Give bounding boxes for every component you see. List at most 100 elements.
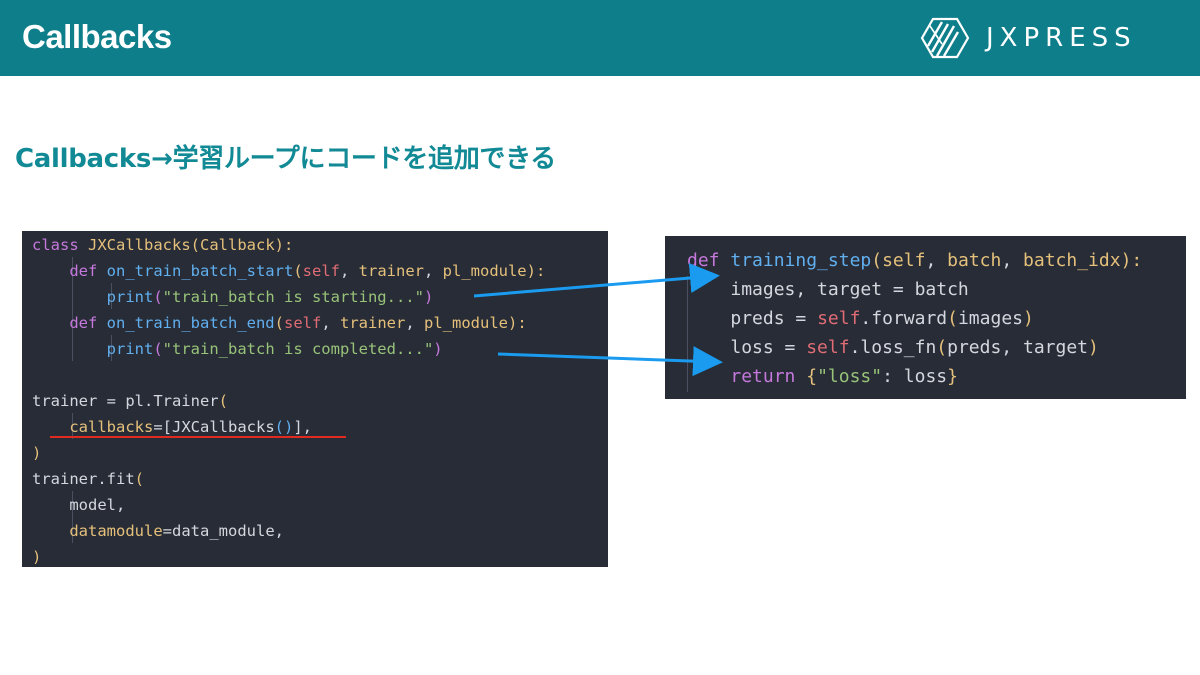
code-line: model, — [32, 492, 125, 518]
code-token: , — [925, 250, 948, 271]
code-token: data_module, — [172, 522, 284, 540]
code-token: preds, target — [947, 337, 1089, 358]
code-line: ) — [32, 544, 41, 570]
code-token: ( — [153, 340, 163, 358]
code-token: datamodule — [69, 522, 163, 540]
jxpress-logo-icon — [920, 17, 970, 59]
code-token: on_train_batch_start — [106, 262, 294, 280]
code-token: , — [339, 262, 359, 280]
code-token: . — [849, 337, 861, 358]
code-line: loss = self.loss_fn(preds, target) — [687, 333, 1099, 362]
code-token: trainer = pl.Trainer — [32, 392, 219, 410]
code-line: trainer.fit( — [32, 466, 144, 492]
code-token: ): — [274, 236, 294, 254]
code-token: "train_batch is completed..." — [162, 340, 434, 358]
code-token: ) — [1088, 337, 1099, 358]
code-token: = — [162, 522, 172, 540]
code-line: print("train_batch is starting...") — [32, 284, 434, 310]
code-token: pl_module — [442, 262, 527, 280]
code-token: ( — [293, 262, 303, 280]
brand-name: JXPRESS — [986, 23, 1137, 53]
code-token: ): — [508, 314, 527, 332]
code-line: def training_step(self, batch, batch_idx… — [687, 246, 1142, 275]
code-token: "train_batch is starting..." — [162, 288, 424, 306]
code-line: preds = self.forward(images) — [687, 304, 1034, 333]
callbacks-highlight-underline — [50, 436, 346, 438]
code-line: images, target = batch — [687, 275, 969, 304]
code-token: trainer — [358, 262, 424, 280]
slide-subtitle: Callbacks→学習ループにコードを追加できる — [15, 144, 556, 174]
code-line: def on_train_batch_end(self, trainer, pl… — [32, 310, 527, 336]
code-token: ) — [423, 288, 434, 306]
code-token: , — [1001, 250, 1024, 271]
code-token: self — [882, 250, 926, 271]
code-token: callbacks — [69, 418, 154, 436]
code-token: print — [106, 340, 154, 358]
code-token: return — [730, 366, 796, 387]
code-token: ( — [190, 236, 201, 254]
code-token: ( — [134, 470, 144, 488]
code-token: batch — [947, 250, 1002, 271]
code-token: def — [687, 250, 720, 271]
code-line: return {"loss": loss} — [687, 362, 958, 391]
code-token: JXCallbacks — [172, 418, 275, 436]
code-token: print — [106, 288, 154, 306]
code-token: trainer — [340, 314, 406, 332]
code-token: ( — [947, 308, 958, 329]
code-line: def on_train_batch_start(self, trainer, … — [32, 258, 545, 284]
code-token: , — [321, 314, 340, 332]
code-token: , — [423, 262, 443, 280]
code-token: JXCallbacks — [88, 236, 191, 254]
code-token: { — [795, 366, 818, 387]
code-token: pl_module — [424, 314, 508, 332]
code-token: batch_idx — [1023, 250, 1121, 271]
code-line: print("train_batch is completed...") — [32, 336, 443, 362]
code-token: images, target = batch — [730, 279, 969, 300]
code-token: trainer.fit — [32, 470, 135, 488]
code-token: forward — [871, 308, 948, 329]
code-token: ( — [218, 392, 228, 410]
code-token: ( — [274, 314, 284, 332]
code-token: ) — [1023, 308, 1034, 329]
code-token: loss_fn — [860, 337, 937, 358]
header-bar: Callbacks JXPRESS — [0, 0, 1200, 76]
code-token: : loss — [882, 366, 948, 387]
code-line: ) — [32, 440, 41, 466]
code-token: ): — [1120, 250, 1143, 271]
code-token: on_train_batch_end — [106, 314, 275, 332]
code-token: self — [817, 308, 861, 329]
code-token: training_step — [730, 250, 872, 271]
code-token: loss = — [730, 337, 807, 358]
code-token: ) — [433, 340, 443, 358]
code-token: ( — [936, 337, 948, 358]
code-token: self — [302, 262, 340, 280]
code-token: ) — [32, 444, 42, 462]
code-token: class — [32, 236, 79, 254]
brand: JXPRESS — [920, 14, 1137, 62]
code-block-training-step: def training_step(self, batch, batch_idx… — [665, 236, 1186, 399]
code-token: images — [957, 308, 1023, 329]
code-token: def — [69, 314, 98, 332]
code-token: ): — [526, 262, 546, 280]
code-line: trainer = pl.Trainer( — [32, 388, 228, 414]
code-token: "loss" — [817, 366, 883, 387]
code-token: =[ — [153, 418, 172, 436]
code-token: } — [947, 366, 958, 387]
slide-title: Callbacks — [22, 18, 172, 55]
code-token: ( — [871, 250, 883, 271]
code-token: . — [860, 308, 872, 329]
code-line: datamodule=data_module, — [32, 518, 284, 544]
code-line: class JXCallbacks(Callback): — [32, 232, 293, 258]
code-token: self — [284, 314, 322, 332]
code-token: ) — [32, 548, 42, 566]
code-token: Callback — [200, 236, 275, 254]
code-token: ], — [293, 418, 312, 436]
code-token: model, — [69, 496, 126, 514]
code-token: () — [274, 418, 294, 436]
code-token: def — [69, 262, 98, 280]
code-token: ( — [153, 288, 163, 306]
code-token: preds = — [730, 308, 818, 329]
code-token: self — [806, 337, 850, 358]
code-block-callbacks: class JXCallbacks(Callback): def on_trai… — [22, 231, 608, 567]
code-token: , — [405, 314, 424, 332]
